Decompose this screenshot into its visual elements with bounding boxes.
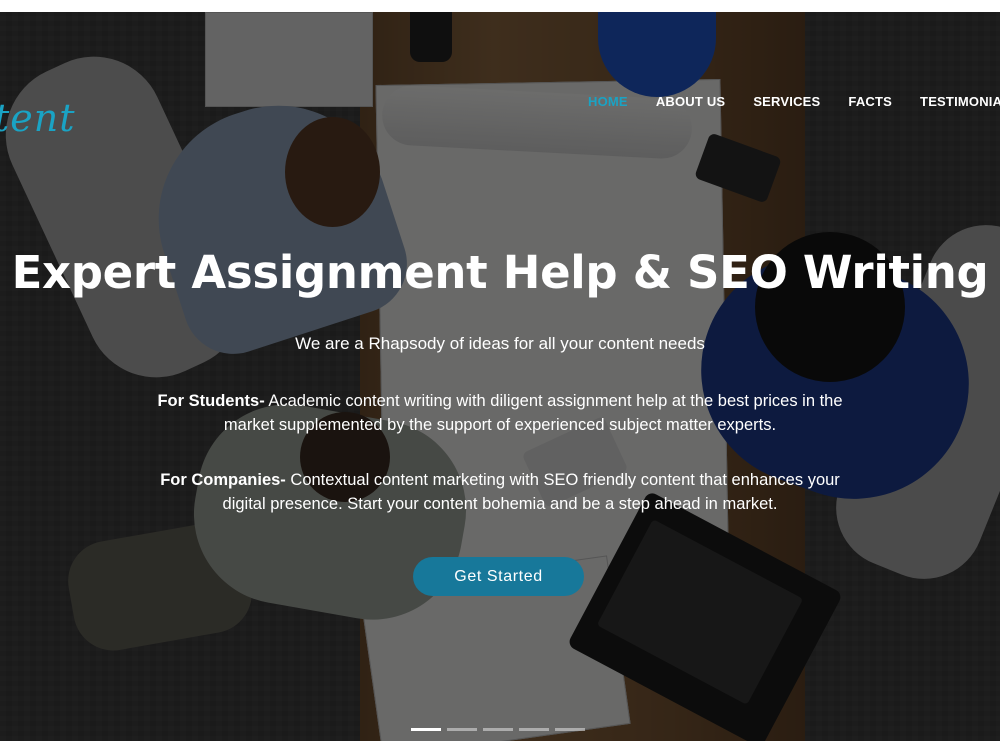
- slider-dot[interactable]: [483, 728, 513, 731]
- top-strip: [0, 0, 1000, 12]
- students-text: Academic content writing with diligent a…: [223, 392, 843, 434]
- nav-item-facts[interactable]: FACTS: [848, 82, 892, 121]
- students-label: For Students-: [157, 392, 265, 410]
- hero-tagline: We are a Rhapsody of ideas for all your …: [295, 334, 705, 353]
- companies-description: For Companies- Contextual content market…: [150, 468, 850, 516]
- companies-label: For Companies-: [160, 471, 286, 489]
- hero-headline: Expert Assignment Help & SEO Writing: [11, 246, 989, 299]
- nav-item-services[interactable]: SERVICES: [753, 82, 820, 121]
- get-started-button[interactable]: Get Started: [413, 557, 584, 596]
- companies-text: Contextual content marketing with SEO fr…: [222, 471, 840, 513]
- slider-dot[interactable]: [411, 728, 441, 731]
- slider-dot[interactable]: [519, 728, 549, 731]
- site-logo[interactable]: tent: [0, 96, 76, 140]
- hero-overlay: [0, 12, 1000, 741]
- slider-pagination: [411, 728, 585, 731]
- nav-item-testimonial[interactable]: TESTIMONIAL: [920, 82, 1000, 121]
- students-description: For Students- Academic content writing w…: [150, 389, 850, 437]
- main-nav: HOME ABOUT US SERVICES FACTS TESTIMONIAL: [588, 82, 1000, 121]
- nav-item-about-us[interactable]: ABOUT US: [656, 82, 726, 121]
- hero-banner: tent HOME ABOUT US SERVICES FACTS TESTIM…: [0, 12, 1000, 741]
- slider-dot[interactable]: [447, 728, 477, 731]
- slider-dot[interactable]: [555, 728, 585, 731]
- nav-item-home[interactable]: HOME: [588, 82, 628, 121]
